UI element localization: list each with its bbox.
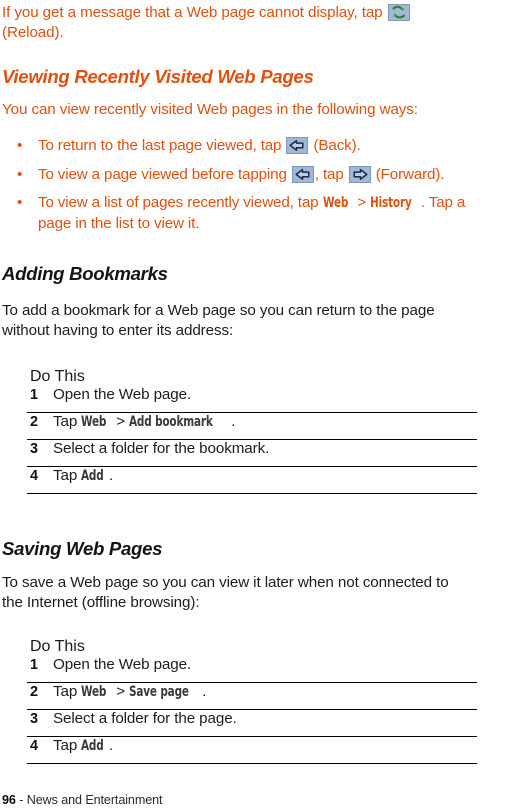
intro-paragraph: If you get a message that a Web page can…: [0, 3, 505, 42]
step-number: 2: [30, 414, 39, 430]
table-row: 3 Select a folder for the bookmark.: [27, 440, 477, 467]
bullet-1-text-2: , tap: [314, 165, 348, 183]
step-suffix: .: [108, 467, 113, 484]
step-number: 4: [30, 738, 39, 754]
bullet-2-separator: >: [353, 194, 371, 211]
step-prefix: Tap: [53, 467, 82, 484]
viewing-bullet-list: • To return to the last page viewed, tap…: [0, 136, 505, 233]
list-item: • To return to the last page viewed, tap…: [0, 136, 505, 156]
step-text: Tap Add.: [53, 467, 477, 484]
reload-icon: [387, 4, 410, 21]
saving-lead-line-1: To save a Web page so you can view it la…: [2, 574, 449, 591]
ui-term-save-page: Save page: [129, 684, 189, 700]
saving-steps-table: Do This 1 Open the Web page. 2 Tap Web >…: [0, 638, 505, 764]
step-number: 3: [30, 441, 39, 457]
table-row: 2 Tap Web > Add bookmark.: [27, 413, 477, 440]
bookmarks-lead-line-2: without having to enter its address:: [2, 321, 234, 339]
step-prefix: Tap: [53, 683, 82, 700]
bullet-1-text-3: (Forward).: [371, 165, 445, 183]
step-suffix: .: [202, 683, 207, 700]
table-row: 1 Open the Web page.: [27, 656, 477, 683]
step-text: Open the Web page.: [53, 386, 192, 403]
bullet-0-text-1: To return to the last page viewed, tap: [38, 137, 286, 154]
ui-term-history: History: [370, 195, 412, 211]
step-text: Tap Web > Add bookmark.: [53, 413, 477, 430]
bookmarks-lead: To add a bookmark for a Web page so you …: [0, 301, 505, 340]
step-prefix: Tap: [53, 413, 82, 430]
bullet-2-text-2: . Tap a: [420, 194, 466, 211]
table-row: 1 Open the Web page.: [27, 386, 477, 413]
forward-arrow-icon: [348, 165, 371, 183]
intro-line-1: If you get a message that a Web page can…: [0, 3, 505, 23]
bullet-marker: •: [17, 194, 23, 211]
step-text: Open the Web page.: [53, 656, 192, 673]
table-header-do-this: Do This: [30, 638, 85, 655]
step-suffix: .: [231, 413, 236, 430]
step-text: Select a folder for the bookmark.: [53, 440, 270, 457]
ui-term-add: Add: [81, 468, 104, 484]
step-number: 3: [30, 711, 39, 727]
saving-lead: To save a Web page so you can view it la…: [0, 573, 505, 612]
footer-separator: -: [15, 793, 27, 807]
bullet-0-text-2: (Back).: [309, 137, 361, 154]
table-row: 4 Tap Add.: [27, 737, 477, 764]
ui-term-add-bookmark: Add bookmark: [129, 414, 213, 430]
table-column-header: Do This: [27, 368, 505, 386]
ui-term-web: Web: [322, 195, 348, 211]
step-number: 1: [30, 387, 39, 403]
step-suffix: .: [108, 737, 113, 754]
step-text: Tap Add.: [53, 737, 477, 754]
section-heading-bookmarks: Adding Bookmarks: [2, 263, 168, 284]
step-number: 4: [30, 468, 39, 484]
list-item: • To view a list of pages recently viewe…: [0, 193, 505, 233]
footer-page-number: 96: [2, 793, 16, 807]
saving-lead-line-2: the Internet (offline browsing):: [2, 593, 200, 611]
step-text: Select a folder for the page.: [53, 710, 237, 727]
step-number: 2: [30, 684, 39, 700]
step-prefix: Tap: [53, 737, 82, 754]
ui-term-web: Web: [81, 414, 107, 430]
step-separator: >: [112, 683, 130, 700]
table-header-do-this: Do This: [30, 368, 85, 385]
step-separator: >: [112, 413, 130, 430]
ui-term-web: Web: [81, 684, 107, 700]
table-row: 4 Tap Add.: [27, 467, 477, 494]
back-arrow-icon: [291, 165, 314, 183]
bookmarks-steps-table: Do This 1 Open the Web page. 2 Tap Web >…: [0, 368, 505, 494]
bullet-2-text-1: To view a list of pages recently viewed,…: [38, 194, 323, 211]
bullet-marker: •: [17, 165, 23, 183]
intro-line-2: (Reload).: [2, 23, 64, 41]
step-text: Tap Web > Save page.: [53, 683, 477, 700]
footer-chapter-name: News and Entertainment: [26, 793, 163, 807]
table-row: 3 Select a folder for the page.: [27, 710, 477, 737]
section-heading-saving: Saving Web Pages: [2, 538, 163, 559]
table-column-header: Do This: [27, 638, 505, 656]
bullet-1-text-1: To view a page viewed before tapping: [38, 165, 291, 183]
viewing-lead-text: You can view recently visited Web pages …: [2, 101, 418, 118]
step-number: 1: [30, 657, 39, 673]
bullet-marker: •: [17, 137, 23, 154]
back-arrow-icon: [286, 137, 309, 154]
bullet-2-text-3: page in the list to view it.: [38, 214, 200, 232]
manual-page: If you get a message that a Web page can…: [0, 0, 505, 811]
intro-text-before-icon: If you get a message that a Web page can…: [2, 4, 387, 21]
list-item: • To view a page viewed before tapping ,…: [0, 165, 505, 185]
table-row: 2 Tap Web > Save page.: [27, 683, 477, 710]
section-heading-viewing: Viewing Recently Visited Web Pages: [2, 66, 314, 87]
bookmarks-lead-line-1: To add a bookmark for a Web page so you …: [2, 302, 435, 319]
ui-term-add: Add: [81, 738, 104, 754]
page-footer: 96 - News and Entertainment: [2, 793, 163, 807]
